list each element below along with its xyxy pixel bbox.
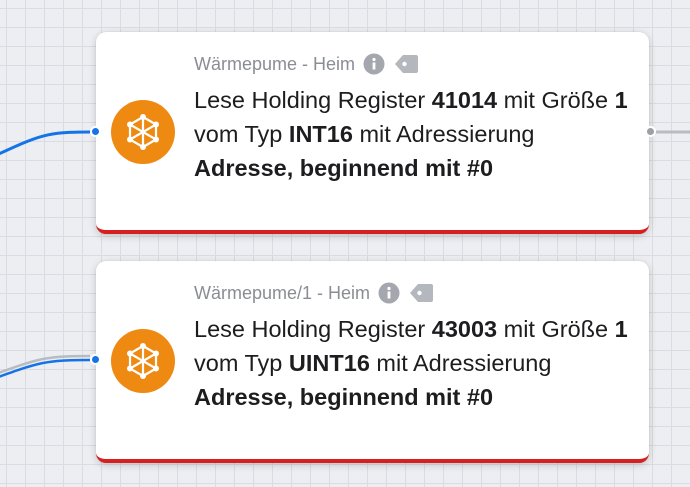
size-value: 1 — [614, 316, 628, 342]
info-icon[interactable] — [378, 282, 400, 304]
node-description: Lese Holding Register 43003 mit Größe 1 … — [194, 312, 639, 414]
wire-in-2a[interactable] — [0, 358, 91, 380]
register-value: 43003 — [431, 316, 498, 342]
addressing-value: Adresse, beginnend mit #0 — [194, 384, 494, 410]
node-title: Wärmepume/1 - Heim — [194, 282, 371, 303]
node-title: Wärmepume - Heim — [194, 53, 356, 74]
text-type-label: vom Typ — [194, 121, 289, 147]
text-prefix: Lese Holding Register — [194, 316, 432, 342]
text-type-label: vom Typ — [194, 350, 289, 376]
input-port[interactable] — [90, 354, 101, 365]
tag-icon[interactable] — [393, 53, 419, 75]
hexagon-nodes-icon — [111, 100, 175, 164]
output-port[interactable] — [645, 126, 656, 137]
info-icon[interactable] — [363, 53, 385, 75]
type-value: UINT16 — [288, 350, 370, 376]
text-size-label: mit Größe — [497, 87, 615, 113]
modbus-node-1[interactable]: Wärmepume - Heim Lese Holding Register 4… — [90, 32, 656, 234]
node-header: Wärmepume - Heim — [194, 53, 419, 75]
text-size-label: mit Größe — [497, 316, 615, 342]
wire-in-1[interactable] — [0, 130, 91, 158]
hexagon-nodes-icon — [111, 329, 175, 393]
modbus-node-2[interactable]: Wärmepume/1 - Heim Lese Holding Register… — [90, 261, 649, 463]
text-prefix: Lese Holding Register — [194, 87, 432, 113]
flow-canvas[interactable]: Wärmepume - Heim Lese Holding Register 4… — [0, 0, 690, 487]
type-value: INT16 — [288, 121, 353, 147]
input-port[interactable] — [90, 126, 101, 137]
addressing-value: Adresse, beginnend mit #0 — [194, 155, 494, 181]
register-value: 41014 — [431, 87, 498, 113]
text-addressing-label: mit Adressierung — [352, 121, 535, 147]
text-addressing-label: mit Adressierung — [369, 350, 552, 376]
node-description: Lese Holding Register 41014 mit Größe 1 … — [194, 83, 639, 185]
node-header: Wärmepume/1 - Heim — [194, 282, 434, 304]
size-value: 1 — [614, 87, 628, 113]
tag-icon[interactable] — [408, 282, 434, 304]
